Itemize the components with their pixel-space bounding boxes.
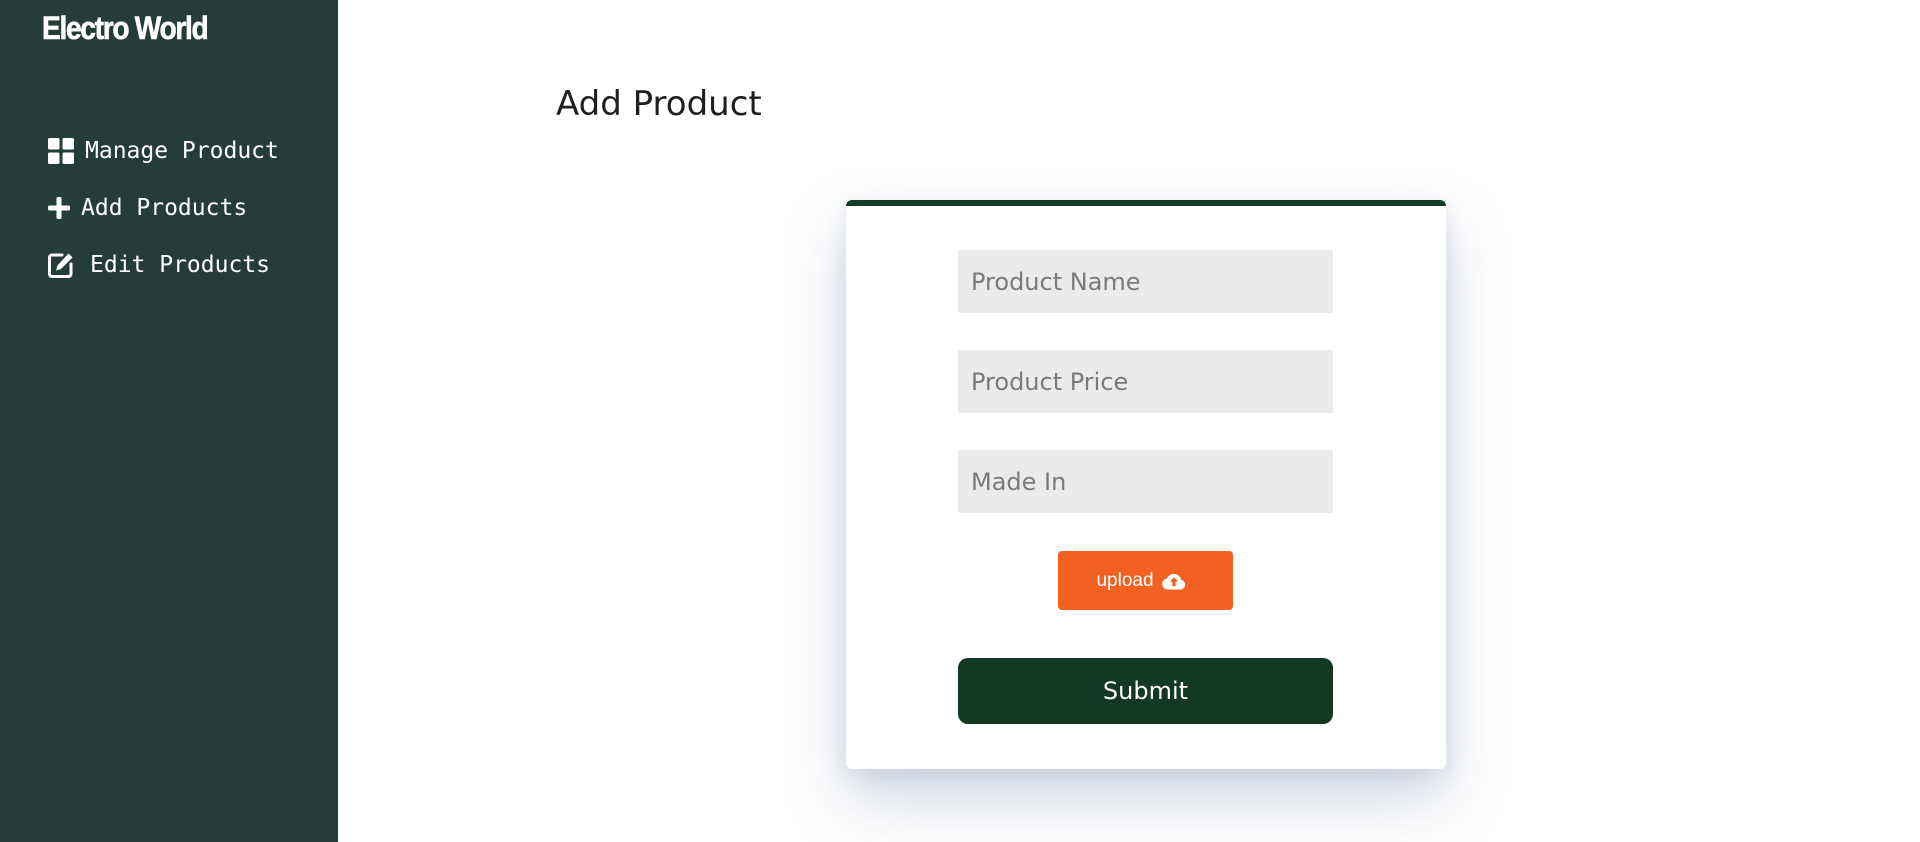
grid-icon [47,137,75,165]
add-product-form: upload Submit [846,200,1446,769]
submit-button[interactable]: Submit [958,658,1333,724]
brand-logo[interactable]: Electro World [42,10,209,47]
page-title: Add Product [556,84,762,124]
upload-label: upload [1096,569,1154,591]
sidebar-item-label: Edit Products [90,252,271,278]
product-name-input[interactable] [958,250,1333,313]
upload-button[interactable]: upload [1058,551,1233,610]
made-in-input[interactable] [958,450,1333,513]
product-price-input[interactable] [958,350,1333,413]
sidebar-item-edit-products[interactable]: Edit Products [47,250,279,280]
sidebar: Electro World Manage Product Add Product [0,0,338,842]
sidebar-nav: Manage Product Add Products Edit Product… [47,136,279,307]
plus-icon [47,194,71,222]
sidebar-item-label: Manage Product [85,138,279,164]
sidebar-item-manage-product[interactable]: Manage Product [47,136,279,166]
sidebar-item-label: Add Products [81,195,248,221]
sidebar-item-add-products[interactable]: Add Products [47,193,279,223]
cloud-upload-icon [1161,572,1187,590]
edit-icon [47,251,75,279]
